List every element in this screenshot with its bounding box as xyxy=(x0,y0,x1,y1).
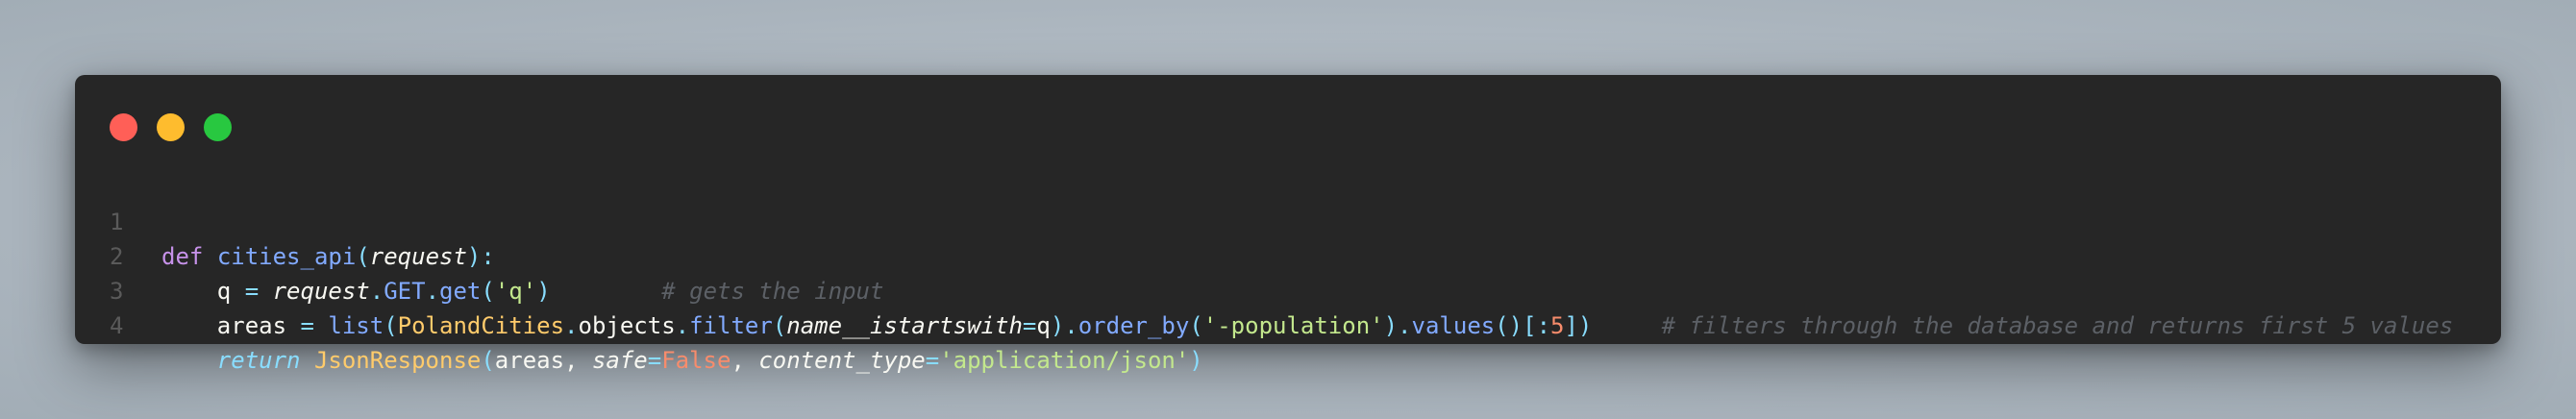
window-controls xyxy=(110,113,232,141)
code-line: 2 q = request.GET.get('q') # gets the in… xyxy=(75,205,2501,305)
code-text: return JsonResponse(areas, safe=False, c… xyxy=(161,343,1203,378)
code-token: values xyxy=(1411,312,1496,339)
code-token: ()[: xyxy=(1495,312,1551,339)
code-token: content_type xyxy=(758,347,926,374)
zoom-dot-icon[interactable] xyxy=(204,113,232,141)
line-number: 4 xyxy=(110,312,124,339)
close-dot-icon[interactable] xyxy=(110,113,137,141)
code-token: ]) xyxy=(1564,312,1593,339)
code-token: ). xyxy=(1383,312,1412,339)
code-token: order_by xyxy=(1077,312,1190,339)
code-token: . xyxy=(564,312,579,339)
code-token: ( xyxy=(1189,312,1203,339)
code-token: safe xyxy=(591,347,648,374)
code-token: areas, xyxy=(494,347,592,374)
code-token: # filters through the database and retur… xyxy=(1661,312,2454,339)
code-token: '-population' xyxy=(1202,312,1384,339)
code-line: 1 def cities_api(request): xyxy=(75,170,2501,270)
code-token: ) xyxy=(1189,347,1203,374)
code-token: q xyxy=(1036,312,1051,339)
code-token: ( xyxy=(772,312,787,339)
code-token: ( xyxy=(384,312,398,339)
code-token: JsonResponse xyxy=(313,347,482,374)
code-token: 5 xyxy=(1550,312,1565,339)
code-token: = xyxy=(300,312,314,339)
code-window: 1 def cities_api(request): 2 q = request… xyxy=(75,75,2501,374)
code-token: = xyxy=(925,347,940,374)
code-token: 'application/json' xyxy=(939,347,1190,374)
code-token: = xyxy=(647,347,662,374)
code-line: 3 areas = list(PolandCities.objects.filt… xyxy=(75,239,2501,339)
minimize-dot-icon[interactable] xyxy=(157,113,185,141)
code-token: ( xyxy=(481,347,495,374)
code-token: = xyxy=(1022,312,1037,339)
code-token: name__istartswith xyxy=(786,312,1023,339)
code-token: False xyxy=(661,347,731,374)
code-token: areas xyxy=(161,312,301,339)
code-token: PolandCities xyxy=(397,312,565,339)
code-token: return xyxy=(216,347,301,374)
code-token: filter xyxy=(689,312,773,339)
code-token: . xyxy=(675,312,690,339)
code-token: list xyxy=(328,312,384,339)
code-line: 4 return JsonResponse(areas, safe=False,… xyxy=(75,274,2501,374)
code-block: 1 def cities_api(request): 2 q = request… xyxy=(75,170,2501,374)
code-text: areas = list(PolandCities.objects.filter… xyxy=(161,308,2453,343)
code-token: , xyxy=(731,347,759,374)
code-token: ). xyxy=(1050,312,1078,339)
code-token: objects xyxy=(578,312,676,339)
